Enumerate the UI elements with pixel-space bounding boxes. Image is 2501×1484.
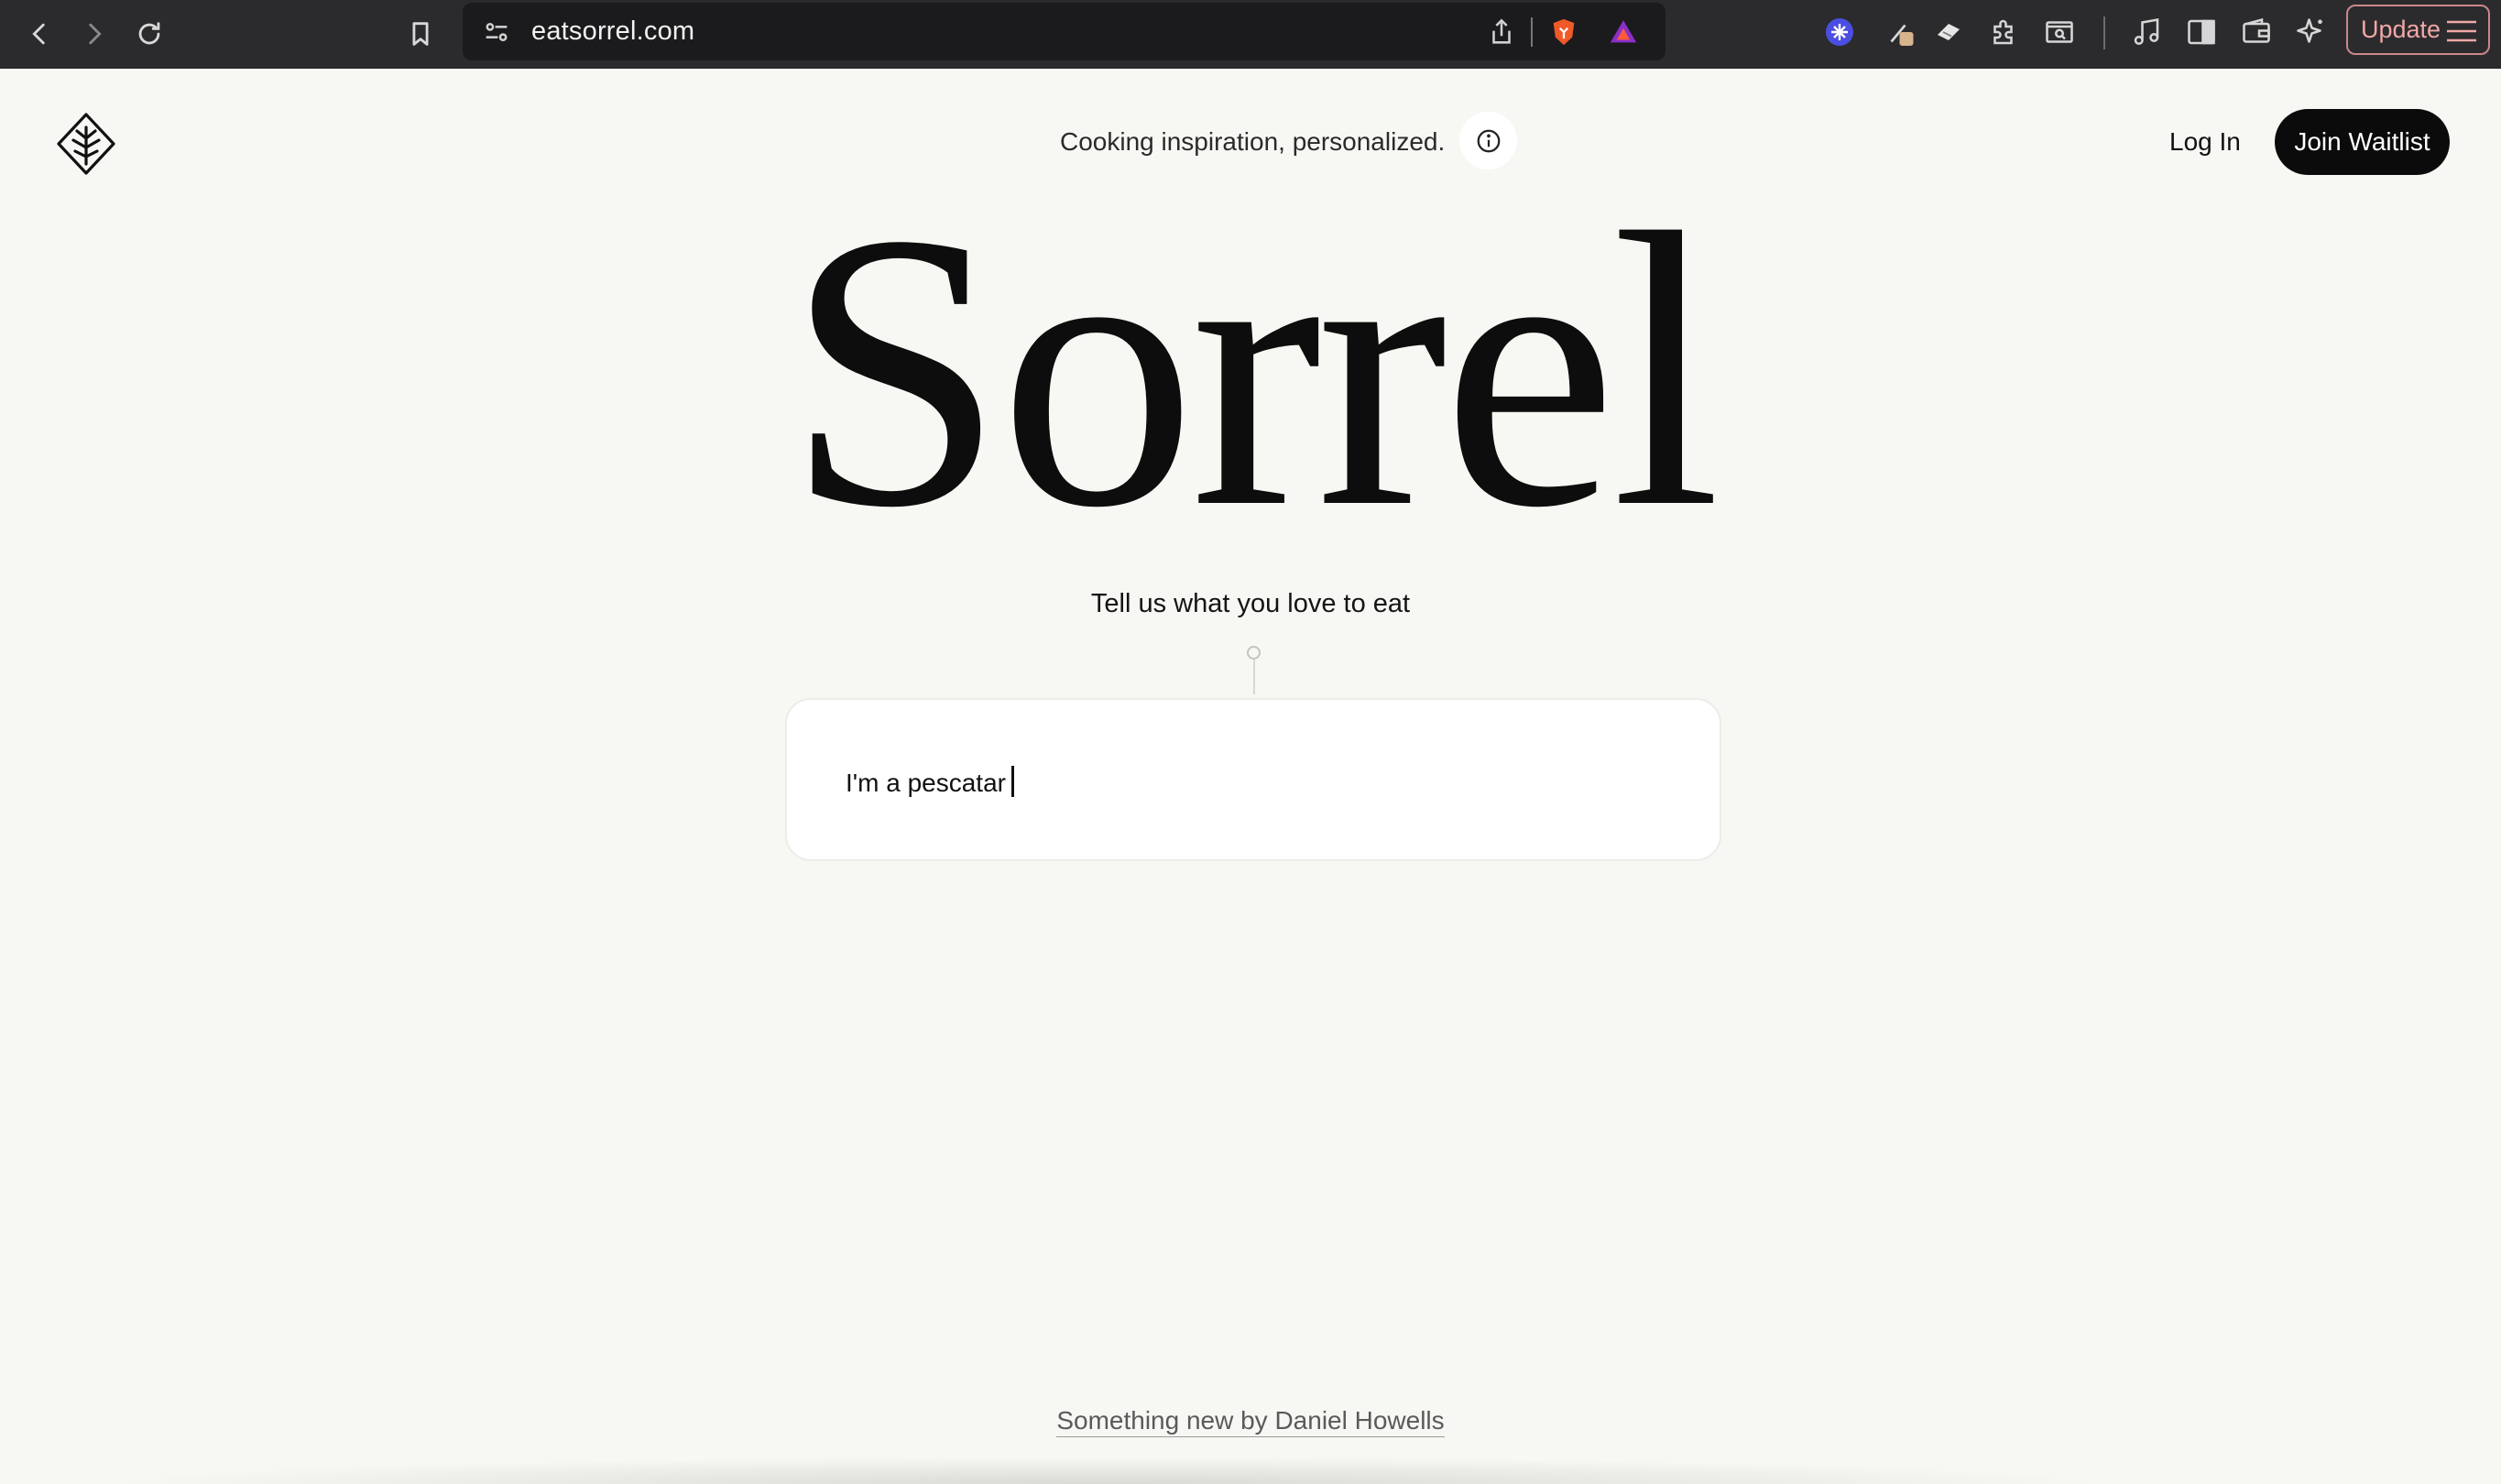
hero-subtitle: Tell us what you love to eat — [1090, 589, 1411, 618]
footer-credit-link[interactable]: Something new by Daniel Howells — [1056, 1406, 1445, 1437]
update-button[interactable]: Update — [2346, 5, 2490, 55]
connector-line — [1253, 660, 1255, 694]
sidebar-icon[interactable] — [2183, 14, 2220, 50]
address-bar[interactable]: eatsorrel.com — [463, 3, 1666, 60]
text-caret — [1010, 766, 1014, 797]
browser-toolbar: eatsorrel.com Update — [0, 0, 2501, 69]
divider — [1531, 17, 1533, 47]
extensions-puzzle-icon[interactable] — [1986, 14, 2023, 50]
bookmark-icon[interactable] — [399, 13, 442, 55]
bottom-shadow — [101, 1457, 2116, 1484]
footer: Something new by Daniel Howells — [0, 1406, 2501, 1437]
hero-title: Sorrel — [785, 153, 1721, 589]
join-waitlist-button[interactable]: Join Waitlist — [2275, 109, 2450, 175]
food-preference-input[interactable]: I'm a pescatar — [785, 698, 1721, 861]
brave-rewards-icon[interactable] — [1608, 16, 1639, 48]
sorrel-leaf-logo-icon[interactable] — [53, 111, 119, 177]
page-content: Cooking inspiration, personalized. Log I… — [0, 69, 2501, 1484]
leo-ai-icon[interactable] — [2292, 14, 2329, 50]
share-icon[interactable] — [1486, 16, 1517, 48]
update-label: Update — [2361, 16, 2441, 43]
music-icon[interactable] — [2128, 14, 2165, 50]
screenshot-search-icon[interactable] — [2041, 14, 2078, 50]
divider — [2103, 16, 2105, 49]
url-text[interactable]: eatsorrel.com — [531, 3, 694, 60]
info-icon — [1477, 129, 1500, 152]
back-icon[interactable] — [18, 13, 60, 55]
input-text-wrapper[interactable]: I'm a pescatar — [846, 766, 1014, 799]
site-settings-icon[interactable] — [481, 16, 512, 48]
connector-dot — [1247, 646, 1261, 660]
login-link[interactable]: Log In — [2169, 125, 2241, 158]
extension-pen-icon[interactable] — [1883, 14, 1919, 50]
extension-snowflake-icon[interactable] — [1821, 14, 1858, 50]
reload-icon[interactable] — [128, 13, 170, 55]
forward-icon[interactable] — [73, 13, 115, 55]
extension-eraser-icon[interactable] — [1930, 14, 1967, 50]
wallet-icon[interactable] — [2238, 14, 2275, 50]
input-value: I'm a pescatar — [846, 769, 1006, 797]
brave-shield-icon[interactable] — [1548, 16, 1579, 48]
menu-icon — [2447, 20, 2476, 42]
